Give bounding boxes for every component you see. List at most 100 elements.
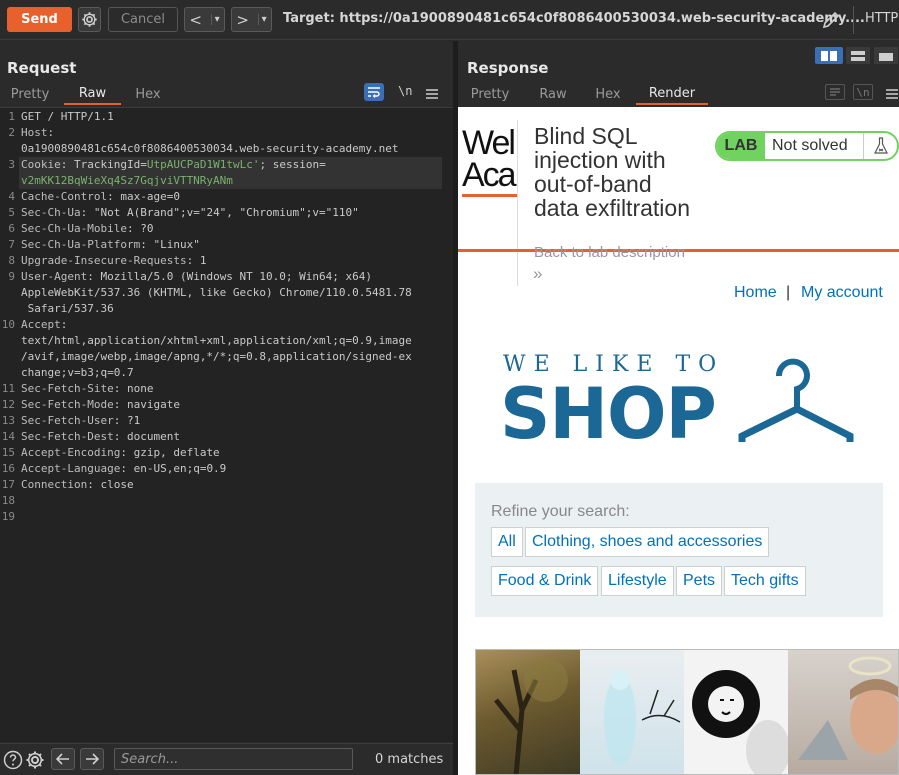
tab-request-hex[interactable]: Hex <box>128 83 168 105</box>
line-number: 17 <box>1 478 15 491</box>
code-line: 0a1900890481c654c0f8086400530034.web-sec… <box>21 142 399 155</box>
protocol-selector[interactable]: HTTP <box>865 11 898 26</box>
header-value: "Not A(Brand";v="24", "Chromium";v="110" <box>87 206 359 219</box>
response-word-wrap-toggle[interactable] <box>825 84 845 100</box>
header-value: max-age=0 <box>113 190 180 203</box>
nav-my-account-link[interactable]: My account <box>801 284 883 302</box>
filter-chip-clothing[interactable]: Clothing, shoes and accessories <box>525 527 770 557</box>
line-number: 5 <box>8 206 15 219</box>
code-line: Sec-Fetch-Dest: document <box>21 430 180 443</box>
word-wrap-toggle[interactable] <box>364 83 384 101</box>
request-editor[interactable]: 1 GET / HTTP/1.1 2 Host: 0a1900890481c654c0f… <box>0 107 453 742</box>
header-key: Upgrade-Insecure-Requests <box>21 254 187 267</box>
header-key: User-Agent <box>21 270 88 283</box>
header-key: Sec-Fetch-Dest <box>21 430 114 443</box>
toolbar-divider <box>853 6 854 34</box>
response-newline-toggle[interactable]: \n <box>853 84 873 100</box>
header-value: "Linux" <box>146 238 200 251</box>
code-line: Connection: close <box>21 478 134 491</box>
product-image-strip <box>475 649 899 775</box>
academy-logo: Wel Aca <box>462 127 518 199</box>
filter-chip-all[interactable]: All <box>491 527 523 557</box>
settings-gear-button[interactable] <box>78 7 101 32</box>
colon: : <box>60 318 68 331</box>
layout-stacked-button[interactable] <box>846 47 870 64</box>
header-key: Sec-Ch-Ua <box>21 206 81 219</box>
nav-home-link[interactable]: Home <box>734 284 777 302</box>
tab-response-raw[interactable]: Raw <box>535 83 571 105</box>
search-settings-button[interactable] <box>25 750 45 770</box>
product-image[interactable] <box>476 650 580 774</box>
line-number: 7 <box>8 238 15 251</box>
line-number: 1 <box>8 110 15 123</box>
line-number: 3 <box>8 158 15 171</box>
tab-request-raw[interactable]: Raw <box>64 83 121 105</box>
line-number: 19 <box>1 510 15 523</box>
history-back-button[interactable]: < ▾ <box>184 7 225 32</box>
code-line: /avif,image/webp,image/apng,*/*;q=0.8,ap… <box>21 350 412 363</box>
lab-title-line: Blind SQL <box>534 123 638 149</box>
product-image[interactable] <box>580 650 684 774</box>
line-number: 8 <box>8 254 15 267</box>
chevron-down-icon: ▾ <box>210 14 220 25</box>
tab-request-pretty[interactable]: Pretty <box>7 83 53 105</box>
cookie-name: TrackingId <box>74 158 141 171</box>
code-line: Sec-Fetch-Mode: navigate <box>21 398 180 411</box>
equals: = <box>140 158 147 171</box>
colon: : <box>87 478 94 491</box>
code-line: Sec-Ch-Ua-Mobile: ?0 <box>21 222 153 235</box>
header-key: Sec-Fetch-Mode <box>21 398 114 411</box>
colon: : <box>107 190 114 203</box>
code-line: Sec-Ch-Ua: "Not A(Brand";v="24", "Chromi… <box>21 206 359 219</box>
code-line: Sec-Ch-Ua-Platform: "Linux" <box>21 238 200 251</box>
academy-logo-line-1: Wel <box>462 127 516 162</box>
line-number: 6 <box>8 222 15 235</box>
tab-response-pretty[interactable]: Pretty <box>467 83 513 105</box>
header-value: en-US,en;q=0.9 <box>126 462 227 475</box>
colon: : <box>120 446 127 459</box>
layout-tabs-button[interactable] <box>874 47 898 64</box>
header-value: Mozilla/5.0 (Windows NT 10.0; Win64; x64… <box>93 270 373 283</box>
request-menu-button[interactable] <box>426 85 438 99</box>
gear-icon <box>26 751 44 769</box>
header-value: ?0 <box>133 222 154 235</box>
search-previous-button[interactable] <box>51 748 75 770</box>
layout-side-by-side-button[interactable] <box>815 47 843 64</box>
filter-chip-pets[interactable]: Pets <box>676 566 723 596</box>
wrap-lines-icon <box>368 87 380 98</box>
edit-target-button[interactable] <box>820 9 844 31</box>
pencil-icon <box>822 11 840 29</box>
product-image[interactable] <box>684 650 790 774</box>
help-button[interactable] <box>3 750 23 770</box>
filter-chip-food-drink[interactable]: Food & Drink <box>491 566 599 596</box>
send-button[interactable]: Send <box>7 7 72 32</box>
code-line: Cache-Control: max-age=0 <box>21 190 180 203</box>
lab-flask-icon <box>863 133 897 159</box>
lab-badge: LAB <box>717 133 765 159</box>
search-input[interactable]: Search... <box>114 748 353 770</box>
gear-icon <box>82 12 97 27</box>
colon: : <box>120 462 127 475</box>
back-to-lab-link[interactable]: Back to lab description <box>534 244 685 261</box>
product-image[interactable] <box>788 650 898 774</box>
line-number: 2 <box>8 126 15 139</box>
history-forward-button[interactable]: > ▾ <box>231 7 272 32</box>
colon: : <box>126 222 134 235</box>
code-line: Sec-Fetch-User: ?1 <box>21 414 140 427</box>
logo-underline <box>462 194 518 197</box>
tab-response-render[interactable]: Render <box>636 83 708 105</box>
header-key: Sec-Ch-Ua-Platform <box>21 238 141 251</box>
filter-chip-lifestyle[interactable]: Lifestyle <box>601 566 674 596</box>
response-menu-button[interactable] <box>886 85 898 99</box>
newline-toggle[interactable]: \n <box>398 84 412 98</box>
lab-status-text: Not solved <box>772 137 848 154</box>
header-value: none <box>120 382 154 395</box>
header-key: Host <box>21 126 48 139</box>
cancel-button[interactable]: Cancel <box>108 7 178 32</box>
code-line: AppleWebKit/537.36 (KHTML, like Gecko) C… <box>21 286 412 299</box>
line-number: 4 <box>8 190 15 203</box>
search-next-button[interactable] <box>80 748 104 770</box>
filter-chip-tech-gifts[interactable]: Tech gifts <box>724 566 806 596</box>
code-line: Safari/537.36 <box>21 302 114 315</box>
tab-response-hex[interactable]: Hex <box>593 83 623 105</box>
